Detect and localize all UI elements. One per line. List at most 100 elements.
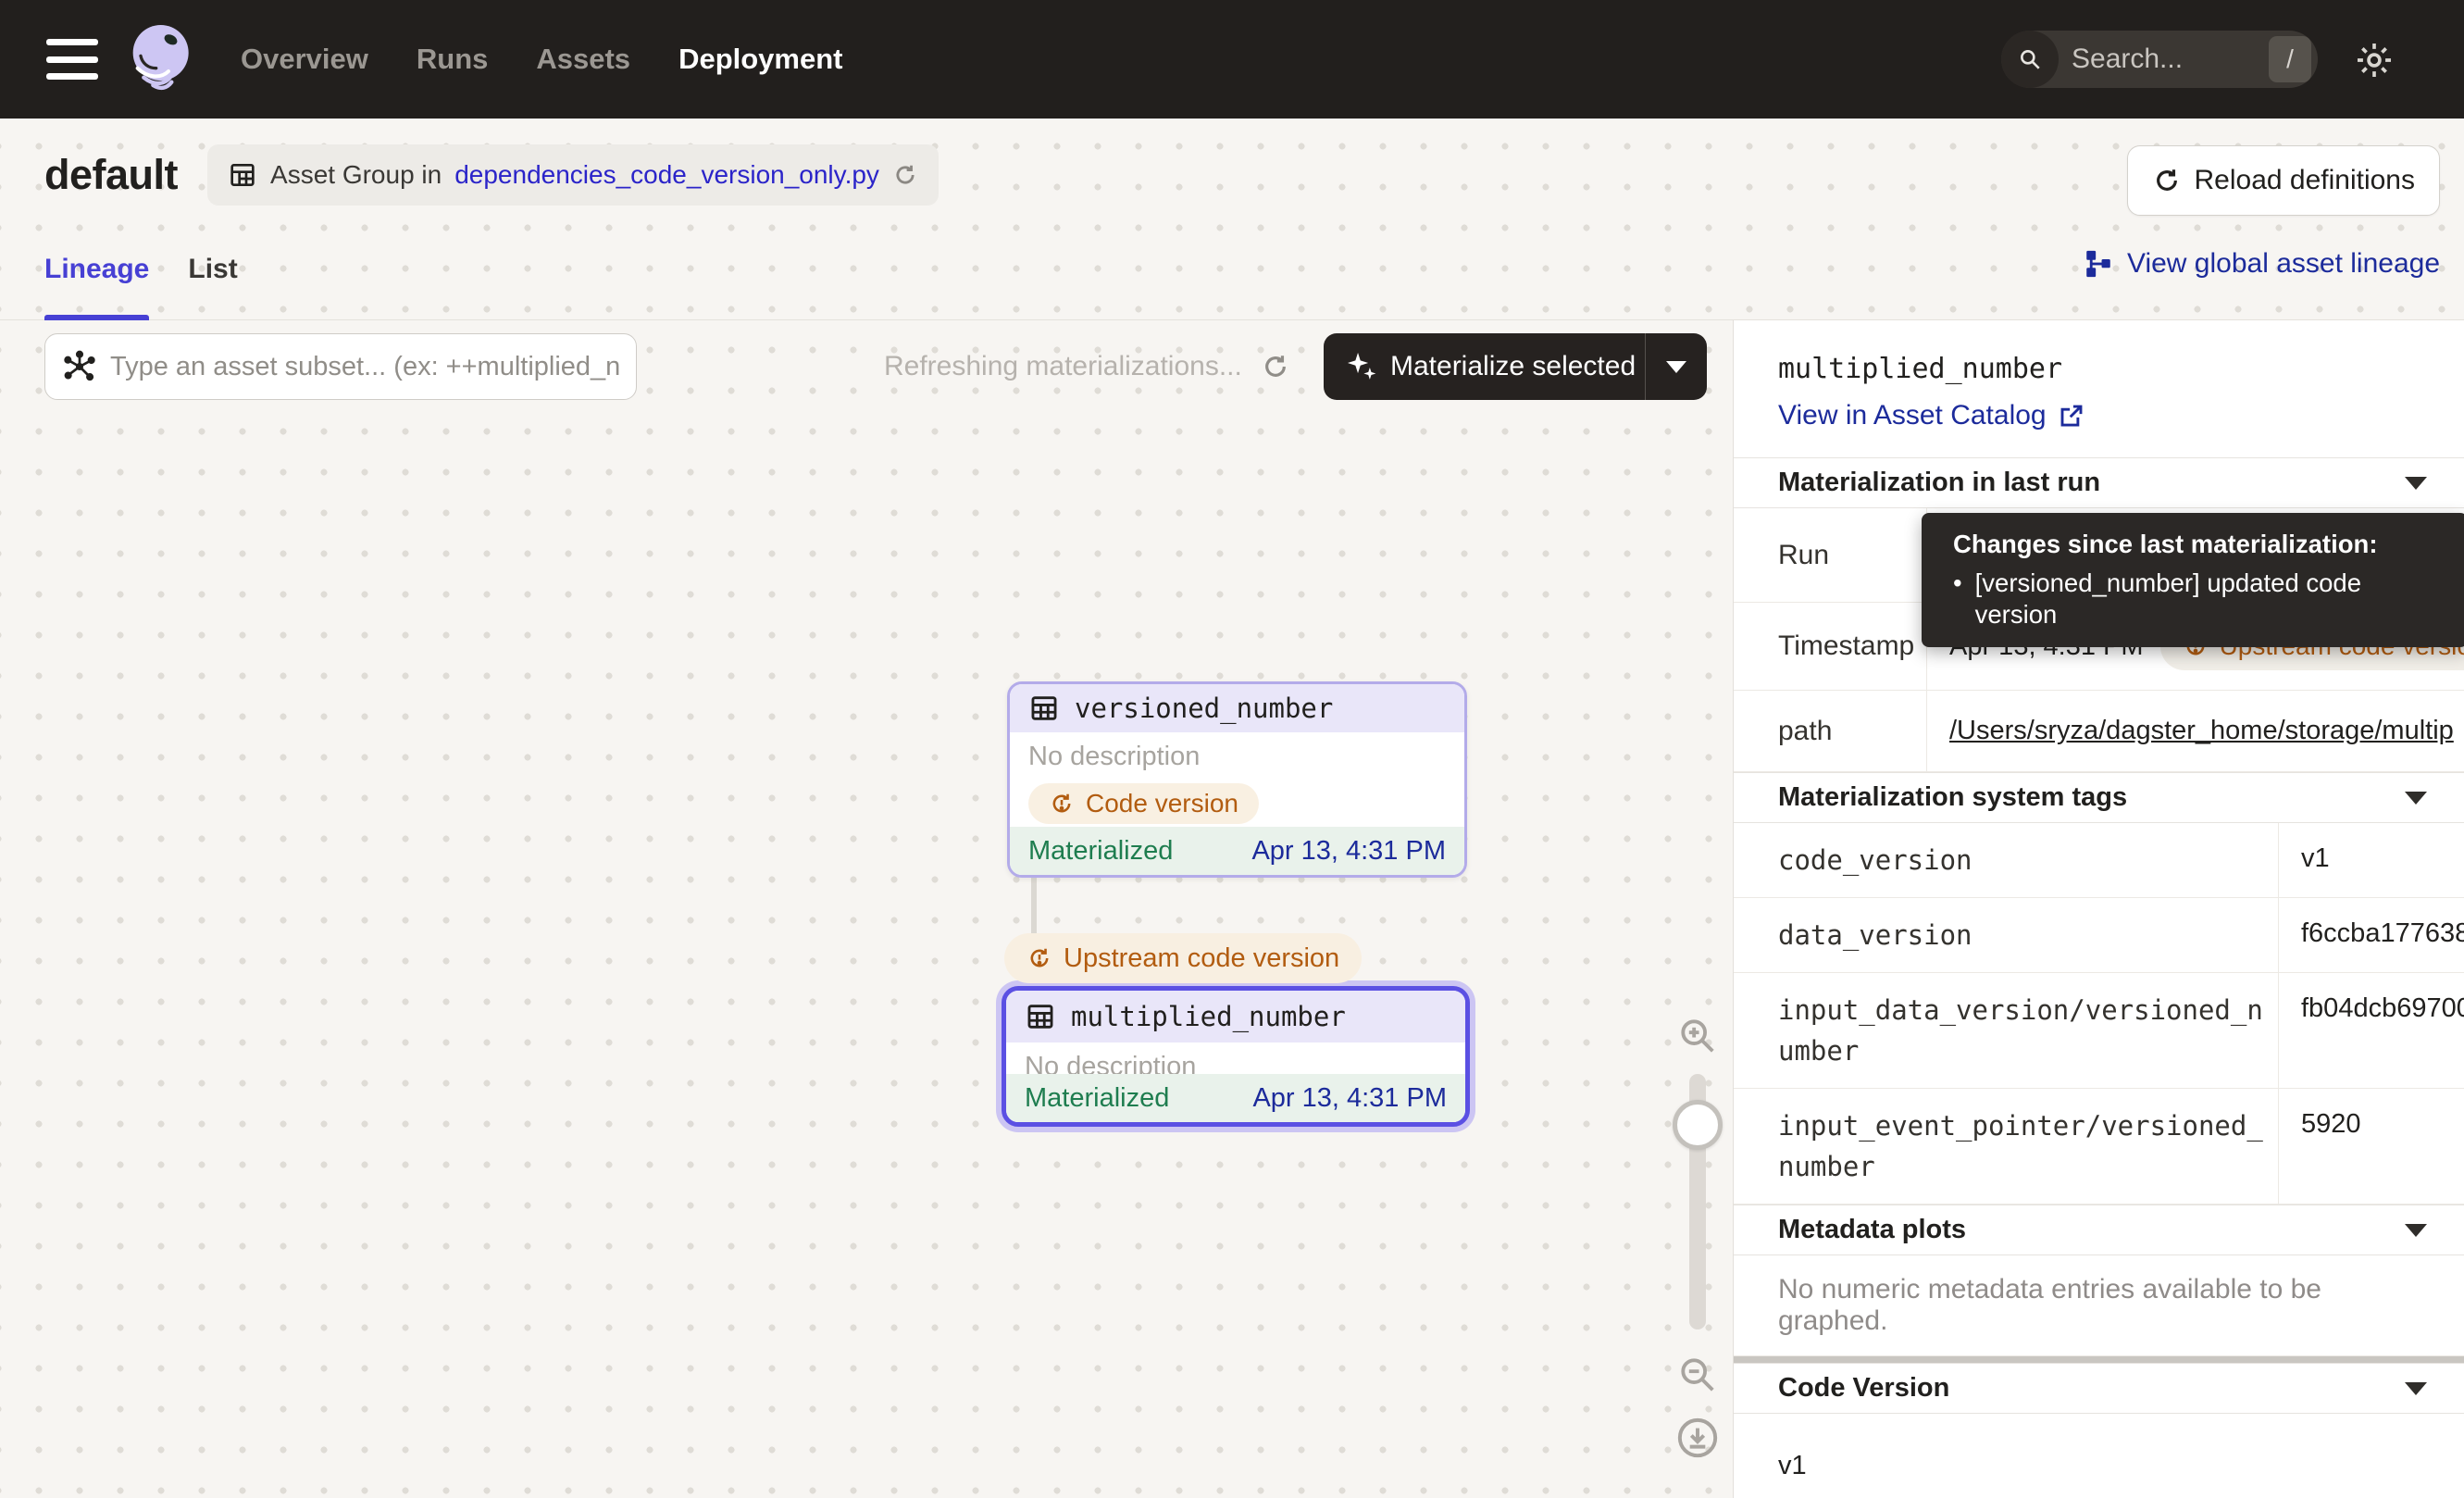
table-icon [1025,1001,1056,1032]
asset-node-header: multiplied_number [1006,991,1465,1042]
table-icon [1028,693,1060,724]
dagster-logo-icon[interactable] [122,20,196,98]
materialize-selected-button[interactable]: Materialize selected [1324,333,1707,400]
section-header-metadata-plots[interactable]: Metadata plots [1734,1205,2464,1255]
table-row-input-data-version: input_data_version/versioned_number fb04… [1734,973,2464,1089]
section-header-code-version[interactable]: Code Version [1734,1363,2464,1414]
asset-group-label: Asset Group in [270,160,442,190]
chevron-down-icon [2405,477,2427,490]
section-title: Metadata plots [1778,1215,1966,1245]
code-version-icon [1027,945,1052,971]
row-key: code_version [1734,823,2279,897]
zoom-out-icon[interactable] [1676,1354,1719,1396]
section-title: Materialization in last run [1778,468,2100,498]
table-row-input-event-pointer: input_event_pointer/versioned_number 592… [1734,1089,2464,1205]
asset-node-footer: Materialized Apr 13, 4:31 PM [1006,1074,1465,1122]
asset-node-versioned-number[interactable]: versioned_number No description Code ver… [1007,681,1467,878]
row-key: input_event_pointer/versioned_number [1734,1089,2279,1204]
asset-name: versioned_number [1075,693,1333,724]
row-key: data_version [1734,898,2279,972]
zoom-slider[interactable] [1689,1074,1706,1329]
refresh-materializations-icon[interactable] [1261,352,1290,381]
asset-node-multiplied-number[interactable]: multiplied_number No description Materia… [1002,986,1470,1127]
table-row-data-version: data_version f6ccba177638 [1734,898,2464,973]
system-tags-section: Materialization system tags code_version… [1734,772,2464,1205]
section-header-system-tags[interactable]: Materialization system tags [1734,772,2464,823]
asset-subset-filter[interactable] [44,333,637,400]
tab-lineage[interactable]: Lineage [44,244,149,320]
tooltip-title: Changes since last materialization: [1953,529,2449,560]
row-value: v1 [2279,823,2464,897]
nav-item-runs[interactable]: Runs [417,43,489,76]
refreshing-label: Refreshing materializations... [884,351,1242,382]
path-link[interactable]: /Users/sryza/dagster_home/storage/multip [1949,716,2454,746]
nav-links: Overview Runs Assets Deployment [241,43,842,76]
asset-node-header: versioned_number [1010,684,1464,732]
nav-item-assets[interactable]: Assets [536,43,630,76]
tab-list[interactable]: List [188,244,237,320]
sparkle-icon [1344,349,1379,384]
row-value: 5920 [2279,1089,2464,1204]
grid-icon [228,160,257,190]
row-key: path [1734,691,1927,771]
metadata-plots-empty-state: No numeric metadata entries available to… [1734,1255,2464,1356]
gear-icon[interactable] [2353,39,2396,81]
asset-subset-input[interactable] [110,352,619,382]
asset-description: No description [1028,742,1446,772]
materialized-status: Materialized [1028,836,1173,867]
code-version-value: v1 [1734,1414,2464,1498]
page-header: default Asset Group in dependencies_code… [0,119,2464,320]
row-value: f6ccba177638 [2279,898,2464,972]
nav-item-overview[interactable]: Overview [241,43,368,76]
page-title: default [44,151,178,199]
top-nav: Overview Runs Assets Deployment / [0,0,2464,119]
section-divider [1734,1356,2464,1363]
menu-icon[interactable] [46,39,98,80]
view-in-asset-catalog-link[interactable]: View in Asset Catalog [1778,400,2085,431]
view-global-asset-lineage-label: View global asset lineage [2127,248,2440,280]
changes-tooltip: Changes since last materialization: • [v… [1922,513,2464,647]
asset-group-badge: Asset Group in dependencies_code_version… [207,144,939,206]
view-tabs: Lineage List [44,244,238,320]
lineage-graph-pane: Refreshing materializations... Materiali… [0,320,1733,1498]
materialized-status: Materialized [1025,1083,1169,1114]
search-input[interactable] [2059,44,2269,75]
code-version-badge-label: Code version [1086,789,1238,818]
code-version-icon [1049,791,1075,817]
view-global-asset-lineage-link[interactable]: View global asset lineage [2083,248,2440,280]
asset-node-body: No description Code version [1010,732,1464,835]
row-value: fb04dcb69700 [2279,973,2464,1088]
nav-item-deployment[interactable]: Deployment [678,43,842,76]
zoom-slider-handle[interactable] [1673,1100,1723,1150]
asset-graph-icon [62,349,97,384]
tooltip-bullet: • [1953,568,1962,630]
search-shortcut-key: / [2269,36,2311,82]
section-title: Materialization system tags [1778,782,2127,813]
materialize-options-dropdown[interactable] [1646,361,1707,373]
download-image-icon[interactable] [1674,1415,1721,1461]
external-link-icon [2058,402,2085,430]
upstream-code-version-label: Upstream code version [1064,943,1339,974]
asset-group-file-link[interactable]: dependencies_code_version_only.py [454,160,879,190]
zoom-in-icon[interactable] [1676,1015,1719,1057]
row-key: input_data_version/versioned_number [1734,973,2279,1088]
reload-definitions-button[interactable]: Reload definitions [2127,145,2441,216]
section-header-materialization-last-run[interactable]: Materialization in last run [1734,457,2464,508]
view-in-asset-catalog-label: View in Asset Catalog [1778,400,2047,431]
graph-zoom-controls [1664,1015,1731,1461]
asset-detail-panel: multiplied_number View in Asset Catalog … [1733,320,2464,1498]
chevron-down-icon [1666,361,1686,373]
materialized-timestamp[interactable]: Apr 13, 4:31 PM [1252,1083,1447,1114]
tooltip-item: [versioned_number] updated code version [1975,568,2449,630]
refresh-icon [2152,166,2182,195]
lineage-graph-icon [2083,248,2114,280]
metadata-plots-section: Metadata plots No numeric metadata entri… [1734,1205,2464,1356]
reload-location-icon[interactable] [892,162,918,188]
chevron-down-icon [2405,1224,2427,1237]
materialized-timestamp[interactable]: Apr 13, 4:31 PM [1251,836,1446,867]
search-bar[interactable]: / [2001,31,2318,88]
chevron-down-icon [2405,792,2427,805]
row-key: Run [1734,508,1927,602]
upstream-code-version-badge: Upstream code version [1004,933,1362,983]
table-row-code-version: code_version v1 [1734,823,2464,898]
